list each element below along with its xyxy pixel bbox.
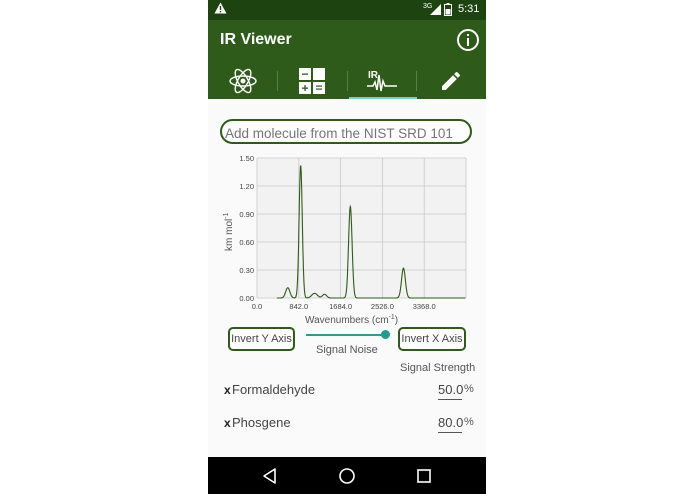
y-tick-label: 0.90 xyxy=(239,210,254,219)
back-icon[interactable] xyxy=(261,467,279,485)
molecule-search-input[interactable] xyxy=(220,119,472,144)
x-tick-label: 2526.0 xyxy=(371,302,394,311)
warning-icon xyxy=(214,2,227,14)
molecule-icon xyxy=(228,68,257,93)
remove-molecule-button[interactable]: x xyxy=(224,416,231,430)
clock: 5:31 xyxy=(458,3,480,15)
percent-unit: % xyxy=(464,383,474,395)
status-bar: 3G 5:31 xyxy=(208,0,486,20)
x-tick-label: 3368.0 xyxy=(413,302,436,311)
ir-spectrum-chart: 1.501.200.900.600.300.00 0.0 842.0 1684.0 2… xyxy=(223,154,467,326)
y-axis-label: km mol-1 xyxy=(223,212,235,251)
slider-track xyxy=(306,334,386,336)
y-tick-labels: 1.501.200.900.600.300.00 xyxy=(239,154,254,303)
signal-icon xyxy=(430,4,441,15)
info-icon[interactable] xyxy=(456,28,480,52)
y-tick-label: 0.60 xyxy=(239,238,254,247)
signal-noise-label: Signal Noise xyxy=(316,344,378,356)
app-title: IR Viewer xyxy=(220,31,292,48)
molecule-name: Formaldehyde xyxy=(232,382,316,397)
svg-text:IR: IR xyxy=(368,70,379,81)
y-tick-label: 1.50 xyxy=(239,154,254,163)
x-axis-label: Wavenumbers (cm-1) xyxy=(305,314,398,326)
y-tick-label: 1.20 xyxy=(239,182,254,191)
y-tick-label: 0.30 xyxy=(239,266,254,275)
pencil-icon xyxy=(441,71,460,90)
invert-y-axis-button[interactable]: Invert Y Axis xyxy=(228,327,295,351)
ir-spectrum-icon: IR xyxy=(366,70,397,91)
phone-screen: 3G 5:31 IR Viewer IR Add molecule from t… xyxy=(208,0,486,494)
battery-icon xyxy=(444,3,452,16)
tab-calculator[interactable] xyxy=(277,62,346,99)
navigation-bar xyxy=(208,457,486,494)
tab-edit[interactable] xyxy=(416,62,485,99)
molecule-name: Phosgene xyxy=(232,415,291,430)
selected-tab-indicator xyxy=(349,97,417,99)
tab-bar: IR xyxy=(208,62,486,99)
calculator-icon xyxy=(298,67,325,94)
percent-unit: % xyxy=(464,416,474,428)
signal-strength-input[interactable]: 50.0 xyxy=(438,382,463,400)
invert-x-axis-button[interactable]: Invert X Axis xyxy=(398,327,466,351)
home-icon[interactable] xyxy=(338,467,356,485)
x-tick-label: 1684.0 xyxy=(329,302,352,311)
x-tick-labels: 0.0 842.0 1684.0 2526.0 3368.0 xyxy=(252,302,436,311)
x-tick-label: 0.0 xyxy=(252,302,262,311)
plot-area xyxy=(257,158,466,298)
signal-strength-input[interactable]: 80.0 xyxy=(438,415,463,433)
tab-molecule[interactable] xyxy=(208,62,277,99)
signal-strength-label: Signal Strength xyxy=(400,362,476,374)
recent-apps-icon[interactable] xyxy=(415,467,433,485)
molecule-row-phosgene: x Phosgene 80.0 % xyxy=(222,415,477,435)
app-bar: IR Viewer IR xyxy=(208,20,486,99)
x-tick-label: 842.0 xyxy=(289,302,308,311)
slider-thumb[interactable] xyxy=(381,330,390,339)
signal-noise-slider[interactable] xyxy=(306,330,390,339)
tab-ir-spectrum[interactable]: IR xyxy=(347,62,416,99)
molecule-row-formaldehyde: x Formaldehyde 50.0 % xyxy=(222,382,477,402)
remove-molecule-button[interactable]: x xyxy=(224,383,231,397)
